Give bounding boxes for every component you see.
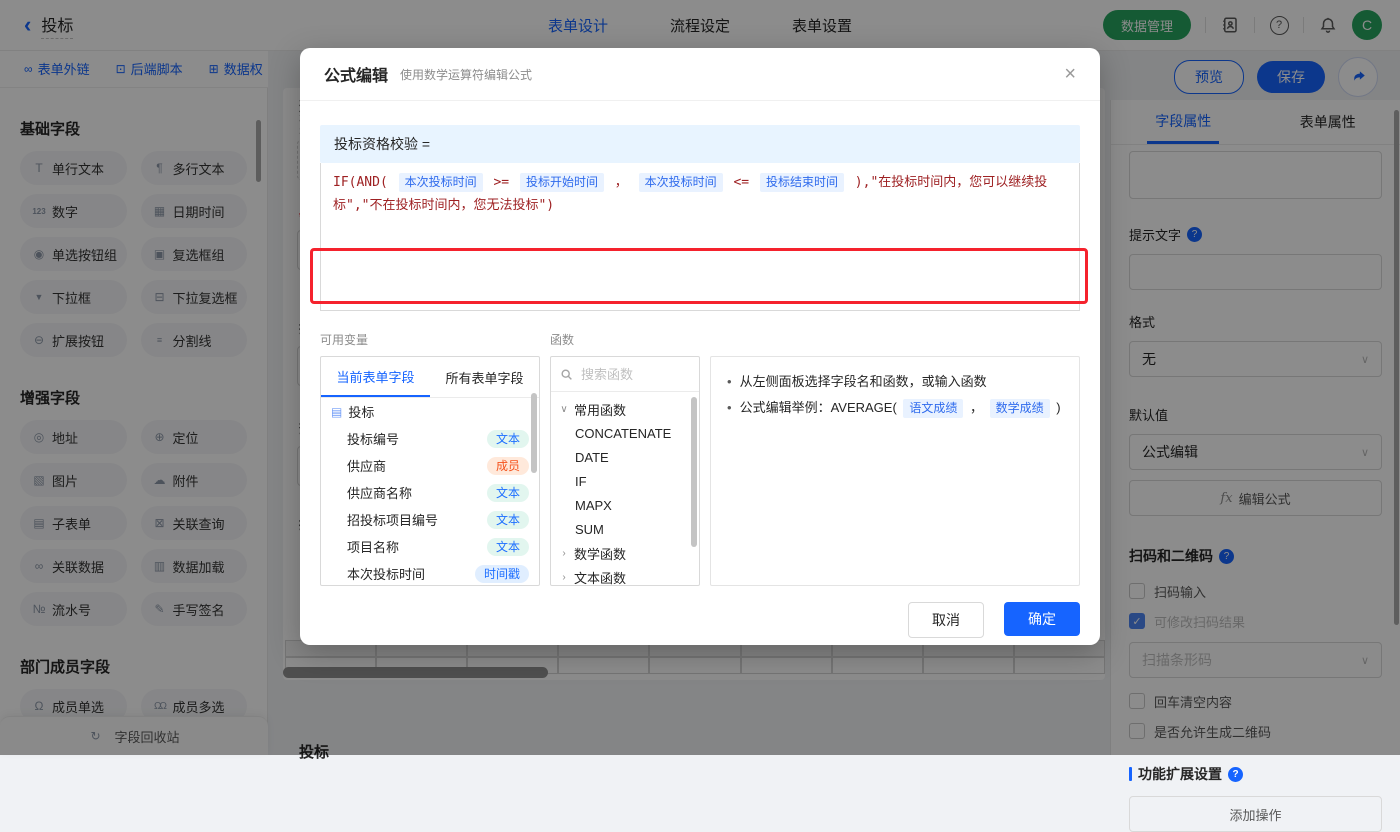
example-field-token: 数学成绩 [990, 399, 1050, 418]
variable-field-row[interactable]: 招投标项目编号 文本 [321, 506, 539, 533]
field-type-badge: 文本 [487, 430, 529, 448]
field-type-badge: 文本 [487, 538, 529, 556]
variable-field-row[interactable]: 投标编号 文本 [321, 425, 539, 452]
search-input[interactable] [579, 366, 683, 383]
formula-target: 投标资格校验 = [320, 125, 1080, 163]
function-item[interactable]: CONCATENATE [551, 421, 699, 445]
caret-down-icon: ∨ [559, 404, 569, 415]
function-item[interactable]: IF [551, 469, 699, 493]
variable-field-row[interactable]: 供应商 成员 [321, 452, 539, 479]
tab-current-form-fields[interactable]: 当前表单字段 [321, 357, 430, 397]
help-panel: •从左侧面板选择字段名和函数，或输入函数 • 公式编辑举例：AVERAGE( 语文… [710, 356, 1080, 586]
variable-field-row[interactable]: 供应商名称 文本 [321, 479, 539, 506]
formula-code: <= [726, 175, 757, 190]
tab-all-form-fields[interactable]: 所有表单字段 [430, 357, 539, 397]
confirm-button[interactable]: 确定 [1004, 602, 1080, 636]
field-type-badge: 文本 [487, 511, 529, 529]
section-bar [1129, 767, 1132, 781]
variable-name: 项目名称 [347, 537, 399, 556]
function-group[interactable]: ∨ 常用函数 [551, 397, 699, 421]
bullet-icon: • [727, 400, 732, 415]
function-group-label: 常用函数 [574, 400, 626, 419]
example-prefix: 公式编辑举例：AVERAGE( [740, 400, 901, 415]
function-item[interactable]: DATE [551, 445, 699, 469]
function-tree: ∨ 常用函数 CONCATENATEDATEIFMAPXSUM › 数学函数 › 文本函数 [551, 392, 699, 586]
extension-title-text: 功能扩展设置 [1138, 764, 1222, 784]
formula-editor[interactable]: IF(AND( 本次投标时间 >= 投标开始时间 ， 本次投标时间 <= 投标结… [320, 163, 1080, 311]
cancel-button[interactable]: 取消 [908, 602, 984, 638]
variables-scrollbar[interactable] [531, 393, 537, 473]
add-action-button[interactable]: 添加操作 [1129, 796, 1382, 832]
form-name: 投标 [348, 402, 374, 421]
bullet-icon: • [727, 374, 732, 389]
caret-right-icon: › [559, 572, 569, 583]
example-separator: ， [966, 400, 986, 415]
variable-name: 本次投标时间 [347, 564, 425, 583]
function-item[interactable]: MAPX [551, 493, 699, 517]
field-type-badge: 文本 [487, 484, 529, 502]
formula-field-token: 投标开始时间 [520, 173, 604, 192]
formula-code: ， [607, 175, 636, 190]
variables-tabs: 当前表单字段 所有表单字段 [321, 357, 539, 398]
functions-label: 函数 [550, 331, 700, 348]
variable-name: 招投标项目编号 [347, 510, 438, 529]
field-type-badge: 成员 [487, 457, 529, 475]
field-list: 投标编号文本供应商成员供应商名称文本招投标项目编号文本项目名称文本本次投标时间时… [321, 425, 539, 586]
functions-scrollbar[interactable] [691, 397, 697, 547]
modal-body: 投标资格校验 = IF(AND( 本次投标时间 >= 投标开始时间 ， 本次投标… [300, 125, 1100, 638]
modal-footer: 取消 确定 [320, 602, 1080, 638]
form-tree-node[interactable]: ▤ 投标 [321, 398, 539, 425]
help-tip: •从左侧面板选择字段名和函数，或输入函数 [727, 369, 1063, 395]
variable-name: 供应商 [347, 456, 386, 475]
functions-panel: ∨ 常用函数 CONCATENATEDATEIFMAPXSUM › 数学函数 › 文本函数 [550, 356, 700, 586]
caret-right-icon: › [559, 548, 569, 559]
function-search [551, 357, 699, 392]
help-example: • 公式编辑举例：AVERAGE( 语文成绩 ， 数学成绩 ) [727, 395, 1063, 421]
variable-name: 供应商名称 [347, 483, 412, 502]
modal-title: 公式编辑 [324, 62, 388, 86]
formula-field-token: 投标结束时间 [760, 173, 844, 192]
modal-subtitle: 使用数学运算符编辑公式 [400, 66, 532, 83]
variables-label: 可用变量 [320, 331, 540, 348]
function-group[interactable]: › 数学函数 [551, 541, 699, 565]
example-field-token: 语文成绩 [903, 399, 963, 418]
doc-icon: ▤ [331, 405, 342, 419]
panel-labels: 可用变量 函数 [320, 331, 1080, 348]
function-item[interactable]: SUM [551, 517, 699, 541]
variable-field-row[interactable]: 项目名称 文本 [321, 533, 539, 560]
example-suffix: ) [1053, 400, 1061, 415]
modal-header: 公式编辑 使用数学运算符编辑公式 × [300, 48, 1100, 101]
close-icon[interactable]: × [1064, 64, 1076, 84]
formula-editor-modal: 公式编辑 使用数学运算符编辑公式 × 投标资格校验 = IF(AND( 本次投标… [300, 48, 1100, 645]
extension-section-title: 功能扩展设置 ? [1129, 764, 1382, 784]
help-icon[interactable]: ? [1228, 767, 1243, 782]
formula-code: IF(AND( [333, 175, 396, 190]
formula-code: >= [486, 175, 517, 190]
field-type-badge: 时间戳 [475, 565, 529, 583]
modal-panels: 当前表单字段 所有表单字段 ▤ 投标 投标编号文本供应商成员供应商名称文本招投标… [320, 356, 1080, 586]
search-icon [560, 368, 573, 381]
formula-field-token: 本次投标时间 [399, 173, 483, 192]
variables-panel: 当前表单字段 所有表单字段 ▤ 投标 投标编号文本供应商成员供应商名称文本招投标… [320, 356, 540, 586]
function-group[interactable]: › 文本函数 [551, 565, 699, 586]
formula-field-token: 本次投标时间 [639, 173, 723, 192]
variable-name: 投标编号 [347, 429, 399, 448]
function-group-label: 文本函数 [574, 568, 626, 587]
function-group-label: 数学函数 [574, 544, 626, 563]
variable-field-row[interactable]: 本次投标时间 时间戳 [321, 560, 539, 586]
